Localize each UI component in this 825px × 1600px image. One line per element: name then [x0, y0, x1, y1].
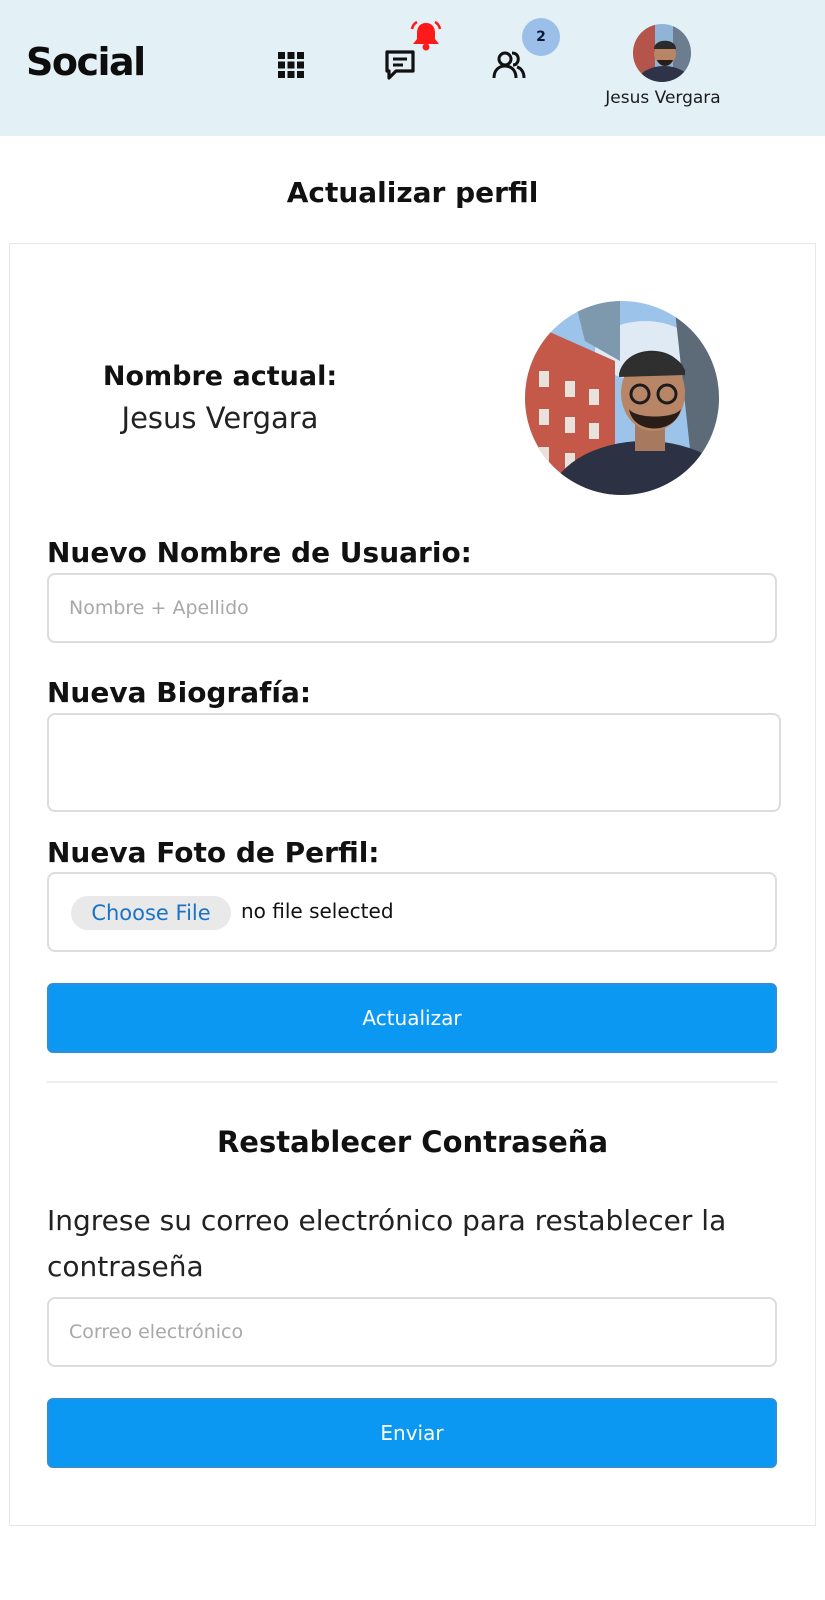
page-title: Actualizar perfil	[286, 176, 539, 209]
choose-file-button[interactable]: Choose File	[71, 896, 231, 930]
current-name-value: Jesus Vergara	[121, 401, 319, 435]
users-icon[interactable]	[489, 45, 529, 85]
friends-badge: 2	[522, 18, 560, 56]
top-navbar: Social 2 Jesus Vergara	[0, 0, 825, 136]
new-bio-label: Nueva Biografía:	[47, 676, 312, 709]
grid-icon[interactable]	[271, 45, 311, 85]
logo[interactable]: Social	[26, 40, 146, 84]
divider	[47, 1081, 777, 1083]
reset-password-description: Ingrese su correo electrónico para resta…	[47, 1204, 727, 1283]
avatar[interactable]	[633, 24, 691, 82]
new-name-input[interactable]	[47, 573, 777, 643]
reset-password-title: Restablecer Contraseña	[216, 1125, 609, 1159]
current-name-label: Nombre actual:	[102, 361, 338, 392]
new-photo-label: Nueva Foto de Perfil:	[47, 836, 380, 869]
new-bio-input[interactable]	[47, 713, 781, 812]
email-field[interactable]	[47, 1297, 777, 1367]
profile-photo	[525, 301, 719, 495]
new-name-label: Nuevo Nombre de Usuario:	[47, 536, 472, 569]
file-status: no file selected	[241, 899, 394, 923]
bell-icon[interactable]	[409, 20, 443, 51]
send-button[interactable]: Enviar	[47, 1398, 777, 1468]
update-button[interactable]: Actualizar	[47, 983, 777, 1053]
file-input[interactable]: Choose File no file selected	[47, 872, 777, 952]
header-user-name[interactable]: Jesus Vergara	[592, 88, 734, 108]
